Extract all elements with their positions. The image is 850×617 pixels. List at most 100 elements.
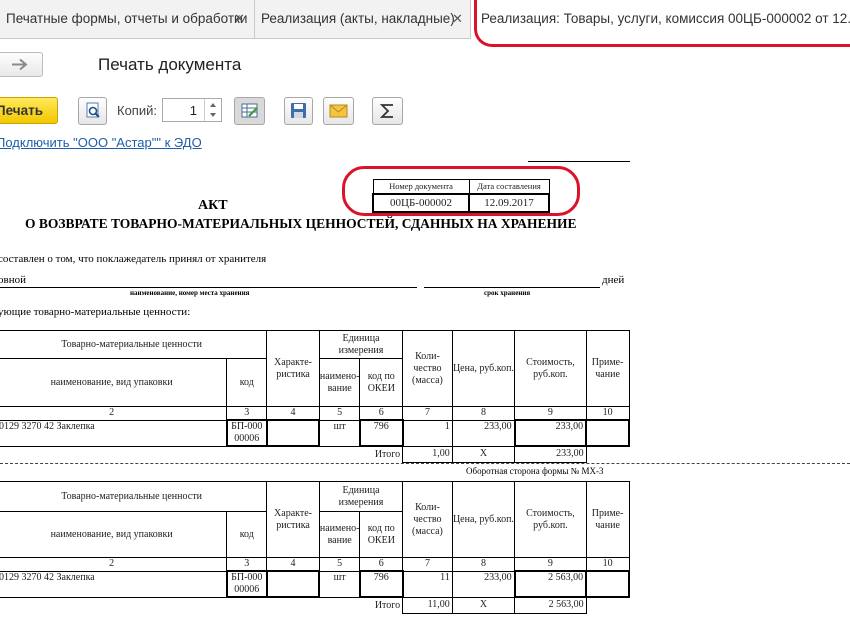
th-tmc: Товарно-материальные ценности <box>0 481 268 512</box>
goods-table-front: Товарно-материальные ценности Характе-ри… <box>0 330 630 463</box>
tab-label: Печатные формы, отчеты и обработки <box>6 11 248 26</box>
th-characteristic: Характе-ристика <box>266 481 320 558</box>
th-note: Приме-чание <box>585 481 630 558</box>
th-code: код <box>226 511 268 558</box>
copies-value: 1 <box>189 103 197 118</box>
caption-storage-place: наименование, номер места хранения <box>130 289 250 297</box>
cell-quantity: 1 <box>402 419 453 447</box>
th-unit-name: наимено-вание <box>318 511 361 558</box>
copies-label: Копий: <box>117 103 157 118</box>
cell-price: 233,00 <box>451 419 516 447</box>
th-okei: код по ОКЕИ <box>359 358 404 407</box>
total-label: Итого <box>374 448 401 460</box>
doc-title: АКТ <box>198 198 228 213</box>
cell-code: БП-000 00006 <box>225 570 268 598</box>
table-row: 0129 3270 42 Заклепка БП-000 00006 шт 79… <box>0 570 630 598</box>
table-row: 0129 3270 42 Заклепка БП-000 00006 шт 79… <box>0 419 630 447</box>
cell-okei: 796 <box>358 419 404 447</box>
th-unit: Единица измерения <box>318 330 404 359</box>
caption-storage-term: срок хранения <box>484 289 531 297</box>
total-price: X <box>451 445 516 463</box>
col-num: 3 <box>226 406 268 421</box>
th-unit: Единица измерения <box>318 481 404 512</box>
mail-icon <box>329 104 348 118</box>
send-email-button[interactable] <box>323 97 354 125</box>
th-name: наименование, вид упаковки <box>0 511 228 558</box>
doc-text-line: ующие товарно-материальные ценности: <box>0 306 191 318</box>
th-price: Цена, руб.коп. <box>451 330 516 407</box>
page-title: Печать документа <box>98 55 242 74</box>
column-numbers-row: 2 3 4 5 6 7 8 9 10 <box>0 406 630 421</box>
preview-button[interactable] <box>78 97 107 125</box>
highlight-annotation <box>474 0 850 47</box>
underline <box>424 287 600 288</box>
col-num: 6 <box>359 406 404 421</box>
total-row: Итого 11,00 X 2 563,00 <box>0 596 629 614</box>
sigma-icon <box>379 104 393 118</box>
cell-characteristic <box>265 570 321 598</box>
cell-code: БП-000 00006 <box>225 419 268 447</box>
copies-stepper[interactable] <box>204 99 221 121</box>
edit-table-button[interactable] <box>234 97 265 125</box>
total-sum: 233,00 <box>514 445 587 463</box>
th-sum: Стоимость, руб.коп. <box>514 330 587 407</box>
th-quantity: Коли-чество (масса) <box>402 330 453 407</box>
cell-name: 0129 3270 42 Заклепка <box>0 419 228 447</box>
col-num: 5 <box>318 406 361 421</box>
column-numbers-row: 2 3 4 5 6 7 8 9 10 <box>0 557 630 572</box>
tab-label: Реализация (акты, накладные) <box>261 11 455 26</box>
edo-connect-link[interactable]: Подключить "ООО "Астар"" к ЭДО <box>0 135 202 150</box>
preview-icon <box>86 102 100 118</box>
th-tmc: Товарно-материальные ценности <box>0 330 268 359</box>
total-sum: 2 563,00 <box>514 596 587 614</box>
col-num: 4 <box>266 557 320 572</box>
total-label: Итого <box>374 599 401 611</box>
th-okei: код по ОКЕИ <box>359 511 404 558</box>
doc-text-line: дней <box>602 274 625 286</box>
cell-unit: шт <box>318 419 361 447</box>
cell-price: 233,00 <box>451 570 516 598</box>
cell-note <box>585 419 630 447</box>
col-num: 8 <box>451 406 516 421</box>
col-num: 7 <box>402 557 453 572</box>
th-code: код <box>226 358 268 407</box>
forward-button[interactable] <box>0 52 43 77</box>
col-num: 6 <box>359 557 404 572</box>
cell-note <box>585 570 630 598</box>
highlight-annotation <box>342 166 580 216</box>
col-num: 9 <box>514 557 587 572</box>
th-price: Цена, руб.коп. <box>451 481 516 558</box>
doc-text-line: овной <box>0 274 26 286</box>
divider <box>528 161 630 162</box>
col-num: 7 <box>402 406 453 421</box>
arrow-right-icon <box>12 58 28 71</box>
th-note: Приме-чание <box>585 330 630 407</box>
doc-subtitle: О ВОЗВРАТЕ ТОВАРНО-МАТЕРИАЛЬНЫХ ЦЕННОСТЕ… <box>25 216 577 231</box>
col-num: 2 <box>0 406 228 421</box>
tab-print-forms[interactable]: Печатные формы, отчеты и обработки ✕ <box>0 0 255 38</box>
page-break <box>0 463 850 464</box>
cell-sum: 2 563,00 <box>513 570 588 598</box>
doc-text-line: составлен о том, что поклажедатель приня… <box>0 253 267 265</box>
col-num: 2 <box>0 557 228 572</box>
col-num: 4 <box>266 406 320 421</box>
total-blank <box>586 597 629 613</box>
close-icon[interactable]: ✕ <box>234 0 245 38</box>
total-blank <box>586 446 629 462</box>
col-num: 8 <box>451 557 516 572</box>
tab-realization-list[interactable]: Реализация (акты, накладные) ✕ <box>255 0 471 38</box>
underline <box>0 287 417 288</box>
save-icon <box>291 103 306 118</box>
save-button[interactable] <box>284 97 313 125</box>
cell-unit: шт <box>318 570 361 598</box>
copies-input[interactable]: 1 <box>162 98 222 122</box>
col-num: 10 <box>585 406 630 421</box>
cell-okei: 796 <box>358 570 404 598</box>
print-button[interactable]: Печать <box>0 97 58 124</box>
goods-table-back: Товарно-материальные ценности Характе-ри… <box>0 481 630 614</box>
col-num: 3 <box>226 557 268 572</box>
th-quantity: Коли-чество (масса) <box>402 481 453 558</box>
th-sum: Стоимость, руб.коп. <box>514 481 587 558</box>
close-icon[interactable]: ✕ <box>452 0 463 38</box>
sum-button[interactable] <box>372 97 403 125</box>
